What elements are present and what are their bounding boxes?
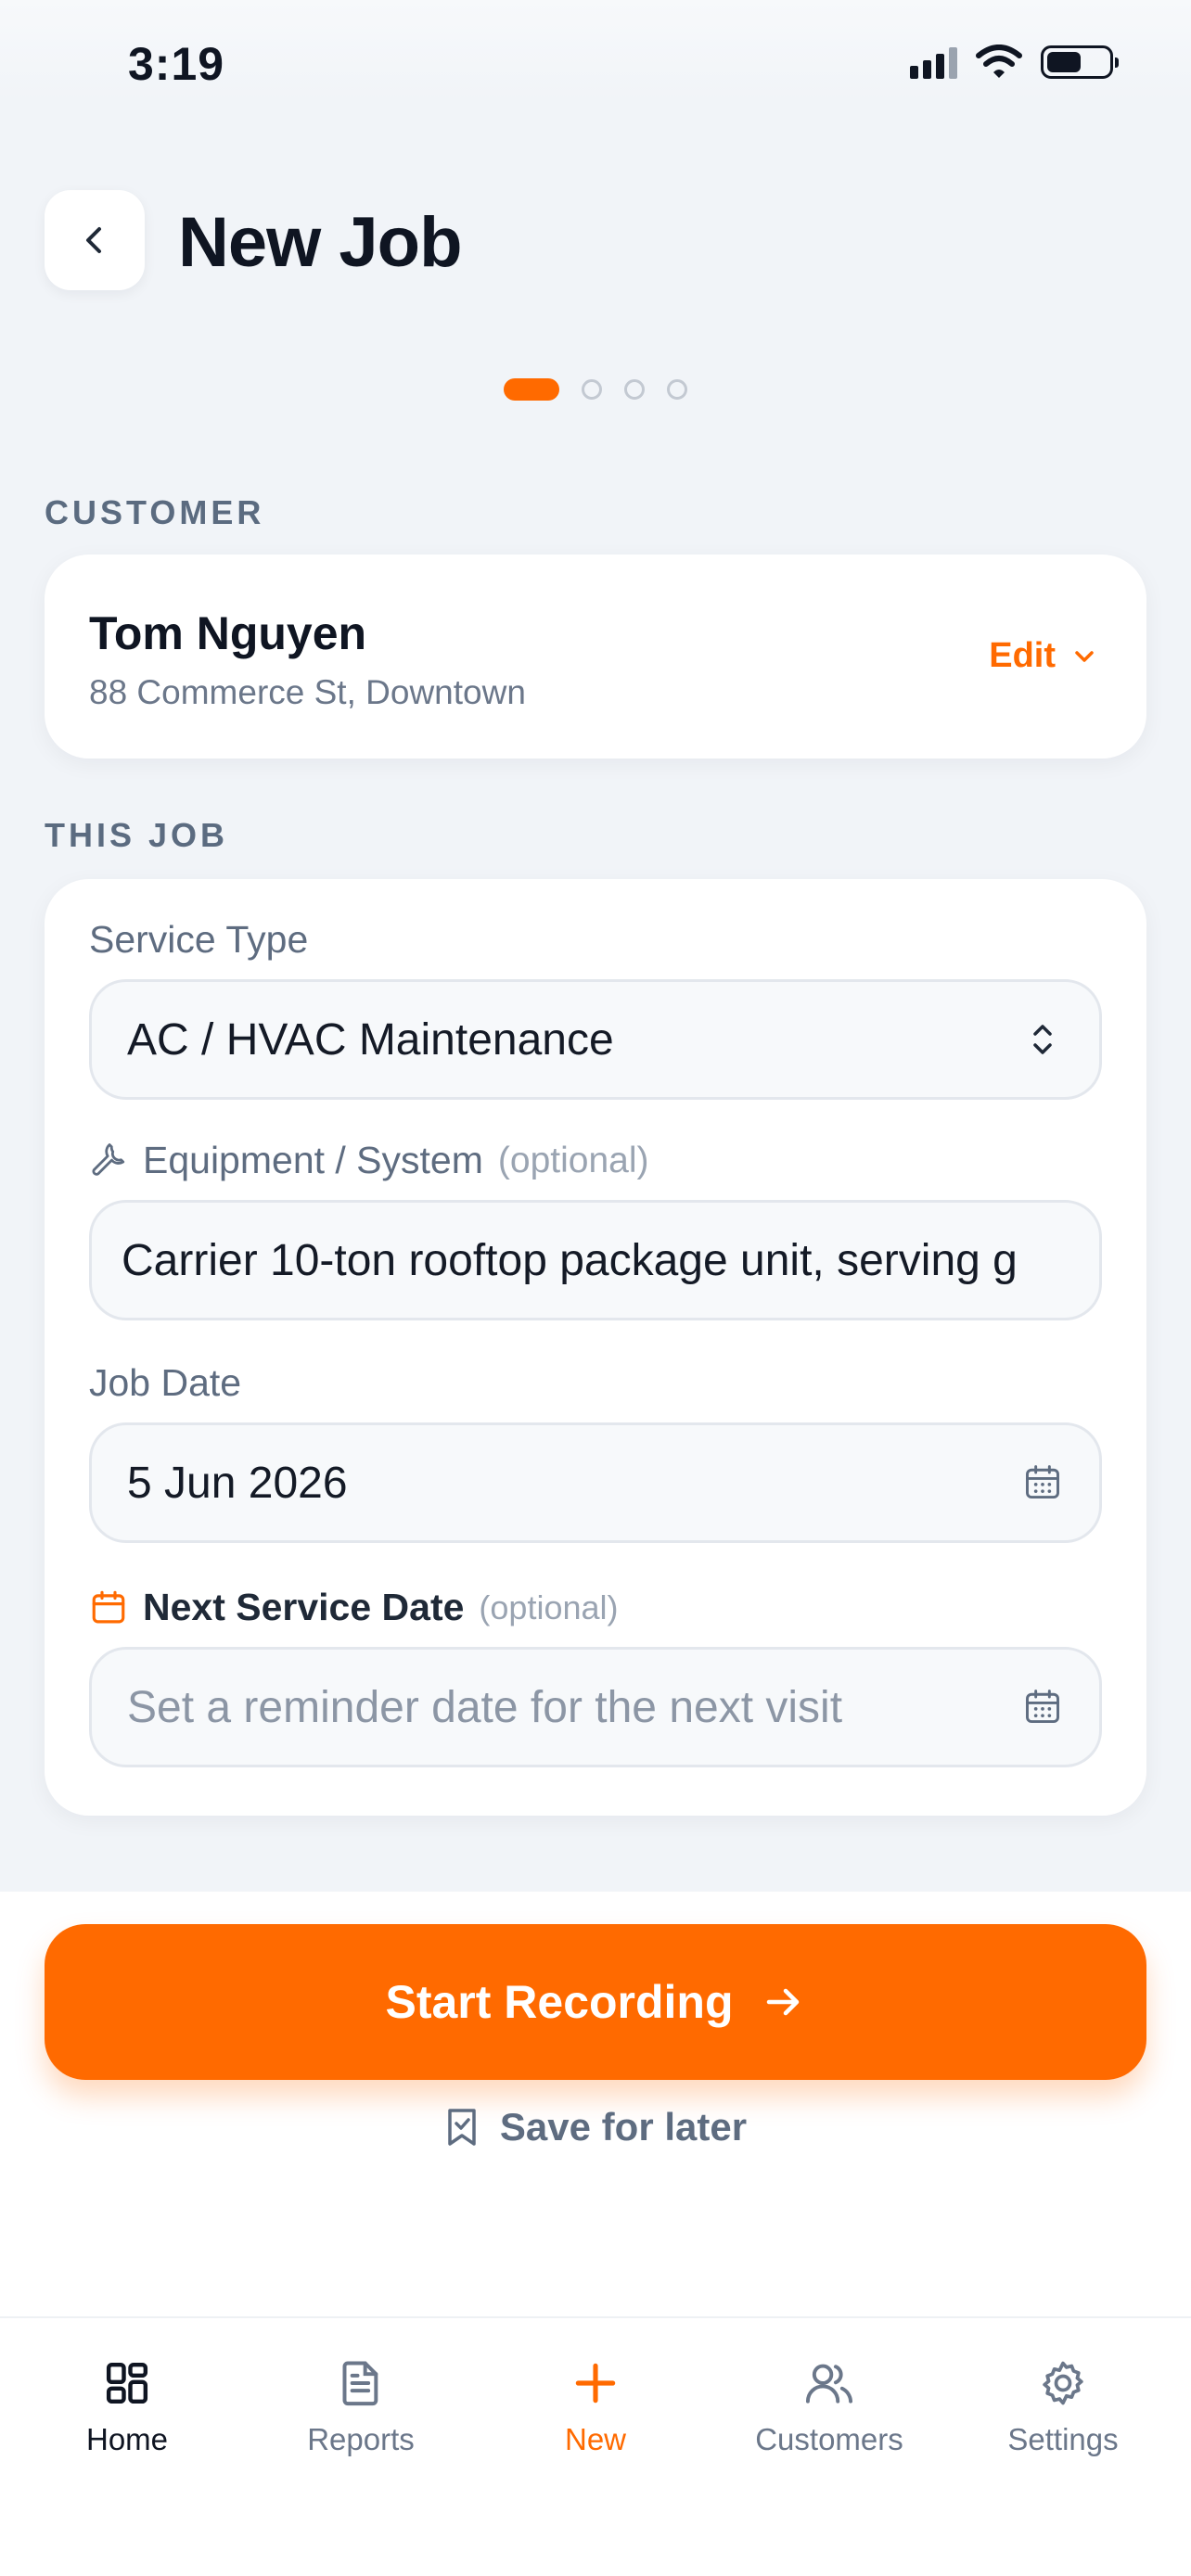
- job-details-card: Service Type AC / HVAC Maintenance Equip…: [45, 879, 1146, 1816]
- tab-settings[interactable]: Settings: [970, 2355, 1156, 2457]
- customer-card[interactable]: Tom Nguyen 88 Commerce St, Downtown Edit: [45, 555, 1146, 759]
- edit-label: Edit: [989, 636, 1056, 675]
- step-dot: [582, 379, 602, 400]
- users-icon: [801, 2355, 857, 2411]
- select-arrows-icon: [1021, 1018, 1064, 1061]
- equipment-label: Equipment / System (optional): [89, 1139, 648, 1182]
- tab-home[interactable]: Home: [34, 2355, 220, 2457]
- job-date-label: Job Date: [89, 1361, 241, 1405]
- bookmark-check-icon: [448, 2109, 476, 2146]
- wrench-icon: [92, 1142, 125, 1176]
- wifi-icon: [976, 45, 1022, 78]
- step-dot: [624, 379, 645, 400]
- page-title: New Job: [178, 203, 462, 282]
- section-label-job: THIS JOB: [45, 816, 229, 854]
- status-bar: 3:19: [0, 0, 1191, 102]
- equipment-label-text: Equipment / System: [143, 1139, 483, 1181]
- save-for-later-label: Save for later: [499, 2105, 748, 2149]
- service-type-label: Service Type: [89, 918, 308, 962]
- start-recording-button[interactable]: Start Recording: [45, 1924, 1146, 2080]
- status-time: 3:19: [128, 38, 225, 90]
- next-service-date-field[interactable]: Set a reminder date for the next visit: [89, 1647, 1102, 1767]
- chevron-down-icon: [1075, 650, 1094, 662]
- chevron-left-icon: [86, 227, 101, 253]
- calendar-icon[interactable]: [1021, 1461, 1064, 1504]
- edit-customer-button[interactable]: Edit: [989, 636, 1098, 676]
- job-date-label-text: Job Date: [89, 1361, 242, 1404]
- next-service-label: Next Service Date (optional): [89, 1586, 619, 1629]
- equipment-input[interactable]: Carrier 10-ton rooftop package unit, ser…: [89, 1200, 1102, 1320]
- job-date-value: 5 Jun 2026: [127, 1458, 348, 1508]
- tab-home-label: Home: [85, 2422, 169, 2456]
- service-type-select[interactable]: AC / HVAC Maintenance: [89, 979, 1102, 1100]
- next-service-optional-tag: (optional): [479, 1588, 619, 1626]
- customer-address: 88 Commerce St, Downtown: [89, 673, 526, 711]
- save-for-later-button[interactable]: Save for later: [0, 2105, 1191, 2149]
- gear-icon: [1035, 2355, 1091, 2411]
- next-service-placeholder: Set a reminder date for the next visit: [127, 1682, 843, 1732]
- customer-name: Tom Nguyen: [89, 607, 367, 659]
- tab-reports-label: Reports: [307, 2422, 415, 2456]
- tab-new-label: New: [564, 2422, 627, 2456]
- service-type-value: AC / HVAC Maintenance: [127, 1014, 614, 1065]
- start-recording-label: Start Recording: [385, 1976, 734, 2028]
- battery-icon: [1041, 45, 1119, 79]
- status-icons: [910, 45, 1119, 80]
- section-label-customer: CUSTOMER: [45, 493, 265, 531]
- tab-reports[interactable]: Reports: [268, 2355, 454, 2457]
- job-date-field[interactable]: 5 Jun 2026: [89, 1422, 1102, 1543]
- step-indicator: [0, 378, 1191, 401]
- plus-icon: [568, 2355, 623, 2411]
- home-grid-icon: [99, 2355, 155, 2411]
- cellular-signal-icon: [910, 45, 957, 79]
- equipment-value: Carrier 10-ton rooftop package unit, ser…: [122, 1235, 1018, 1285]
- step-dot: [667, 379, 687, 400]
- step-dot-active: [504, 378, 559, 401]
- tab-customers[interactable]: Customers: [736, 2355, 922, 2457]
- equipment-optional-tag: (optional): [497, 1140, 649, 1180]
- calendar-icon: [92, 1590, 125, 1623]
- tab-new[interactable]: New: [503, 2355, 688, 2457]
- next-service-label-text: Next Service Date: [143, 1586, 465, 1628]
- document-icon: [333, 2355, 389, 2411]
- arrow-right-icon: [766, 1988, 799, 2016]
- service-type-label-text: Service Type: [89, 918, 309, 961]
- tab-customers-label: Customers: [755, 2422, 903, 2456]
- back-button[interactable]: [45, 190, 145, 290]
- tab-settings-label: Settings: [1007, 2422, 1119, 2456]
- bottom-tab-bar: Home Reports New Customers Settings: [0, 2316, 1191, 2576]
- calendar-icon[interactable]: [1021, 1686, 1064, 1728]
